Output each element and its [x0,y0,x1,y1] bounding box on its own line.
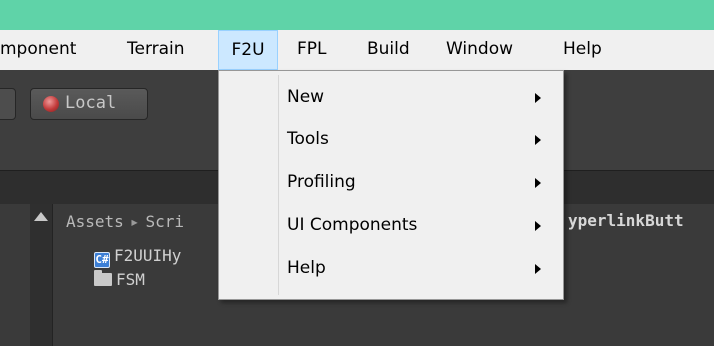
breadcrumb: Assets ▸ Scri [66,212,184,231]
menu-help[interactable]: Help [563,30,602,68]
menu-item-new[interactable]: New [219,77,563,119]
local-button-label: Local [65,93,117,113]
breadcrumb-current: yperlinkButt [568,211,684,230]
submenu-arrow-icon [535,221,541,231]
breadcrumb-item-assets[interactable]: Assets [66,212,124,231]
toolbar-button-partial[interactable] [0,88,16,120]
menu-f2u[interactable]: F2U [218,30,278,70]
file-name: F2UUIHy [114,246,182,265]
scrollbar[interactable] [30,204,53,346]
globe-icon [43,96,59,112]
menu-item-ui-components[interactable]: UI Components [219,205,563,247]
menu-item-label: Tools [287,129,329,149]
menu-item-help[interactable]: Help [219,248,563,290]
menu-item-label: Profiling [287,172,356,192]
menu-window[interactable]: Window [446,30,513,68]
menu-item-label: New [287,87,325,107]
menu-fpl[interactable]: FPL [297,30,327,68]
file-item-script[interactable]: C# F2UUIHy [94,246,181,268]
file-item-folder[interactable]: FSM [94,270,145,292]
breadcrumb-separator-icon: ▸ [129,212,140,231]
menu-component[interactable]: mponent [0,30,76,68]
scroll-up-arrow-icon[interactable] [34,212,48,221]
submenu-arrow-icon [535,93,541,103]
menu-item-profiling[interactable]: Profiling [219,162,563,204]
window-titlebar [0,0,714,30]
submenu-arrow-icon [535,264,541,274]
menu-build[interactable]: Build [367,30,410,68]
submenu-arrow-icon [535,135,541,145]
menu-item-label: UI Components [287,215,418,235]
menu-bar: mponent Terrain F2U FPL Build Window Hel… [0,30,714,70]
menu-item-tools[interactable]: Tools [219,119,563,161]
menu-item-label: Help [287,258,326,278]
folder-icon [94,270,112,286]
csharp-script-icon: C# [94,252,110,268]
folder-name: FSM [116,270,145,289]
submenu-arrow-icon [535,178,541,188]
f2u-dropdown-menu: New Tools Profiling UI Components Help [218,70,564,300]
local-button[interactable]: Local [30,88,148,120]
breadcrumb-item-scripts[interactable]: Scri [145,212,184,231]
menu-terrain[interactable]: Terrain [127,30,185,68]
